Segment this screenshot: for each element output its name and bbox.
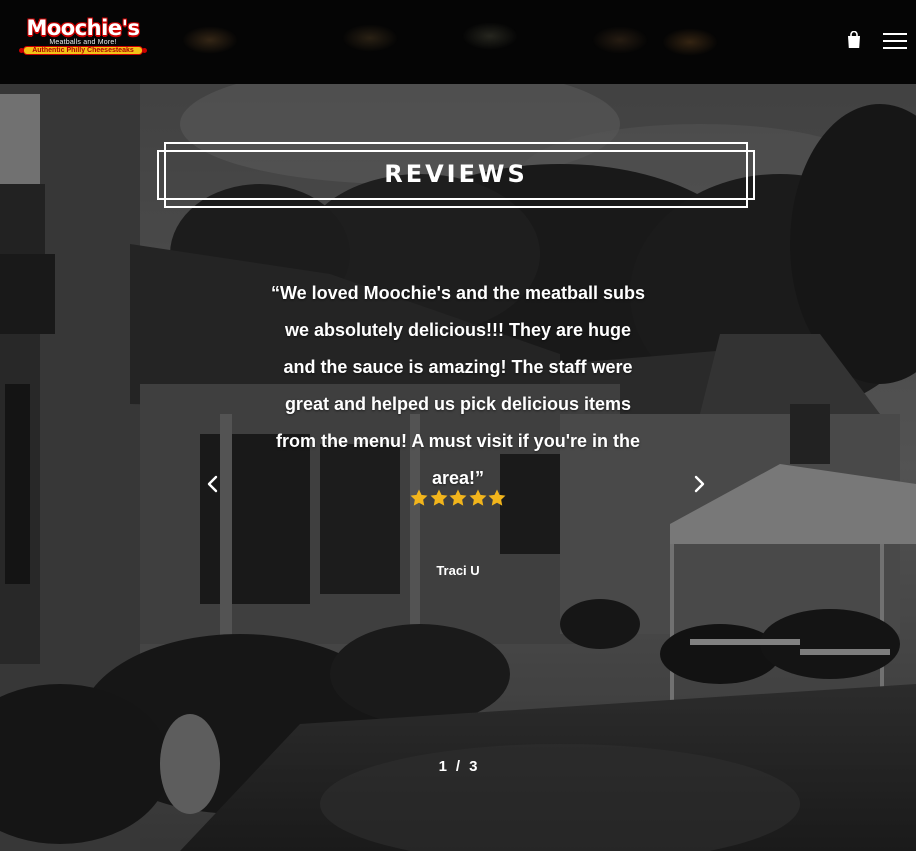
pager-separator: / <box>455 758 461 775</box>
hamburger-menu-icon[interactable] <box>883 33 907 49</box>
review-quote: “We loved Moochie's and the meatball sub… <box>270 283 646 488</box>
chevron-left-icon <box>207 475 218 493</box>
chevron-right-icon <box>694 475 705 493</box>
pager-total: 3 <box>469 758 478 775</box>
reviews-title: REVIEWS <box>384 160 528 188</box>
header-food-photo <box>160 0 720 60</box>
star-icon <box>469 489 486 506</box>
next-review-button[interactable] <box>691 474 707 494</box>
reviewer-name: Traci U <box>436 563 480 578</box>
previous-review-button[interactable] <box>205 474 221 494</box>
reviews-section: REVIEWS “We loved Moochie's and the meat… <box>0 84 916 851</box>
logo-band: Authentic Philly Cheesesteaks <box>23 46 143 55</box>
star-rating <box>410 489 506 507</box>
logo-tagline: Meatballs and More! <box>49 39 117 46</box>
pager-current: 1 <box>438 758 447 775</box>
logo-dot-right <box>142 48 147 53</box>
moochies-logo[interactable]: Moochie's Meatballs and More! Authentic … <box>18 17 148 59</box>
logo-name: Moochie's <box>26 16 140 40</box>
star-icon <box>430 489 447 506</box>
shopping-bag-icon[interactable] <box>846 30 862 49</box>
reviews-title-frame: REVIEWS <box>157 142 755 208</box>
review-pager: 1 / 3 <box>408 757 508 777</box>
star-icon <box>488 489 506 506</box>
site-header: Moochie's Meatballs and More! Authentic … <box>0 0 916 84</box>
star-icon <box>449 489 467 506</box>
star-icon <box>410 489 428 506</box>
